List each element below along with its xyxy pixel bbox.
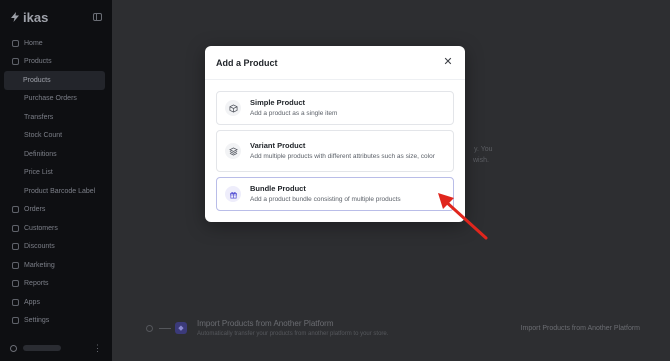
gear-icon (12, 317, 19, 325)
sidebar-subitem-transfers[interactable]: Transfers (0, 108, 112, 127)
sidebar-item-label: Products (24, 58, 52, 66)
sidebar-subitem-purchase-orders[interactable]: Purchase Orders (0, 90, 112, 109)
sidebar-collapse-icon[interactable] (93, 13, 102, 21)
sidebar-item-marketing[interactable]: Marketing (0, 256, 112, 275)
sidebar-item-label: Definitions (24, 150, 57, 158)
background-text: wish. (473, 157, 489, 164)
sidebar-subitem-definitions[interactable]: Definitions (0, 145, 112, 164)
more-options-icon[interactable]: ⋮ (93, 343, 102, 353)
bolt-logo-icon (11, 12, 19, 22)
sidebar-item-discounts[interactable]: Discounts (0, 238, 112, 257)
sidebar-item-products[interactable]: Products (0, 53, 112, 72)
users-icon (12, 224, 19, 232)
sidebar-item-label: Stock Count (24, 132, 63, 140)
tag-icon (12, 243, 19, 251)
sidebar-item-apps[interactable]: Apps (0, 293, 112, 312)
sidebar-item-label: Home (24, 39, 43, 47)
sidebar-item-customers[interactable]: Customers (0, 219, 112, 238)
sidebar-nav: Home Products Products Purchase Orders T… (0, 34, 112, 330)
sidebar-item-label: Discounts (24, 243, 55, 251)
megaphone-icon (12, 261, 19, 269)
option-description: Add a product as a single item (250, 109, 338, 117)
sidebar-item-label: Marketing (24, 261, 55, 269)
layers-icon (225, 143, 241, 159)
sidebar-subitem-stock-count[interactable]: Stock Count (0, 127, 112, 146)
import-icon: ◆ (175, 322, 187, 334)
option-description: Add a product bundle consisting of multi… (250, 195, 401, 203)
sidebar-item-label: Purchase Orders (24, 95, 77, 103)
option-title: Simple Product (250, 97, 306, 107)
user-name[interactable] (23, 345, 61, 351)
sidebar-item-home[interactable]: Home (0, 34, 112, 53)
option-text: Bundle Product Add a product bundle cons… (250, 184, 401, 204)
cube-icon (225, 100, 241, 116)
sidebar-subitem-price-list[interactable]: Price List (0, 164, 112, 183)
option-text: Variant Product Add multiple products wi… (250, 141, 435, 161)
sidebar-footer: ⋮ (0, 335, 112, 361)
sidebar-item-label: Customers (24, 224, 58, 232)
sidebar-item-label: Reports (24, 280, 49, 288)
close-icon[interactable]: ✕ (442, 57, 454, 69)
box-icon (12, 58, 19, 66)
import-title: Import Products from Another Platform (197, 319, 334, 328)
platform-icon (146, 324, 153, 332)
option-text: Simple Product Add a product as a single… (250, 98, 337, 118)
sidebar-item-label: Product Barcode Label (24, 187, 96, 195)
sidebar-item-label: Orders (24, 206, 46, 214)
gift-icon (225, 186, 241, 202)
import-row: ◆ Import Products from Another Platform … (146, 314, 640, 342)
simple-product-option[interactable]: Simple Product Add a product as a single… (216, 91, 454, 125)
logo-text: ikas (23, 9, 49, 25)
sidebar-item-orders[interactable]: Orders (0, 201, 112, 220)
import-text: Import Products from Another Platform Au… (197, 319, 388, 337)
sidebar: ikas Home Products Products Purchase Ord… (0, 0, 112, 361)
sidebar-item-label: Price List (24, 169, 53, 177)
variant-product-option[interactable]: Variant Product Add multiple products wi… (216, 130, 454, 172)
option-title: Bundle Product (250, 183, 306, 193)
option-description: Add multiple products with different att… (250, 152, 435, 160)
logo[interactable]: ikas (10, 10, 48, 25)
bundle-product-option[interactable]: Bundle Product Add a product bundle cons… (216, 177, 454, 211)
sidebar-header: ikas (0, 0, 112, 34)
sidebar-item-settings[interactable]: Settings (0, 312, 112, 331)
add-product-modal: Add a Product ✕ Simple Product Add a pro… (205, 46, 465, 222)
sidebar-subitem-barcode-label[interactable]: Product Barcode Label (0, 182, 112, 201)
chart-icon (12, 280, 19, 288)
annotation-arrow-icon (438, 193, 488, 240)
sidebar-item-label: Transfers (24, 113, 54, 121)
background-text: y. You (474, 146, 493, 153)
user-icon[interactable] (10, 344, 17, 352)
home-icon (12, 39, 19, 47)
grid-icon (12, 298, 19, 306)
connector-line (159, 327, 171, 329)
cart-icon (12, 206, 19, 214)
modal-header: Add a Product ✕ (205, 46, 465, 80)
modal-title: Add a Product (216, 57, 278, 68)
sidebar-subitem-products[interactable]: Products (4, 71, 105, 90)
import-description: Automatically transfer your products fro… (197, 331, 389, 337)
sidebar-item-label: Apps (24, 298, 40, 306)
product-type-options: Simple Product Add a product as a single… (205, 80, 465, 211)
sidebar-item-label: Settings (24, 317, 50, 325)
option-title: Variant Product (250, 140, 306, 150)
import-products-link[interactable]: Import Products from Another Platform (521, 325, 640, 332)
sidebar-item-reports[interactable]: Reports (0, 275, 112, 294)
sidebar-item-label: Products (23, 76, 51, 84)
